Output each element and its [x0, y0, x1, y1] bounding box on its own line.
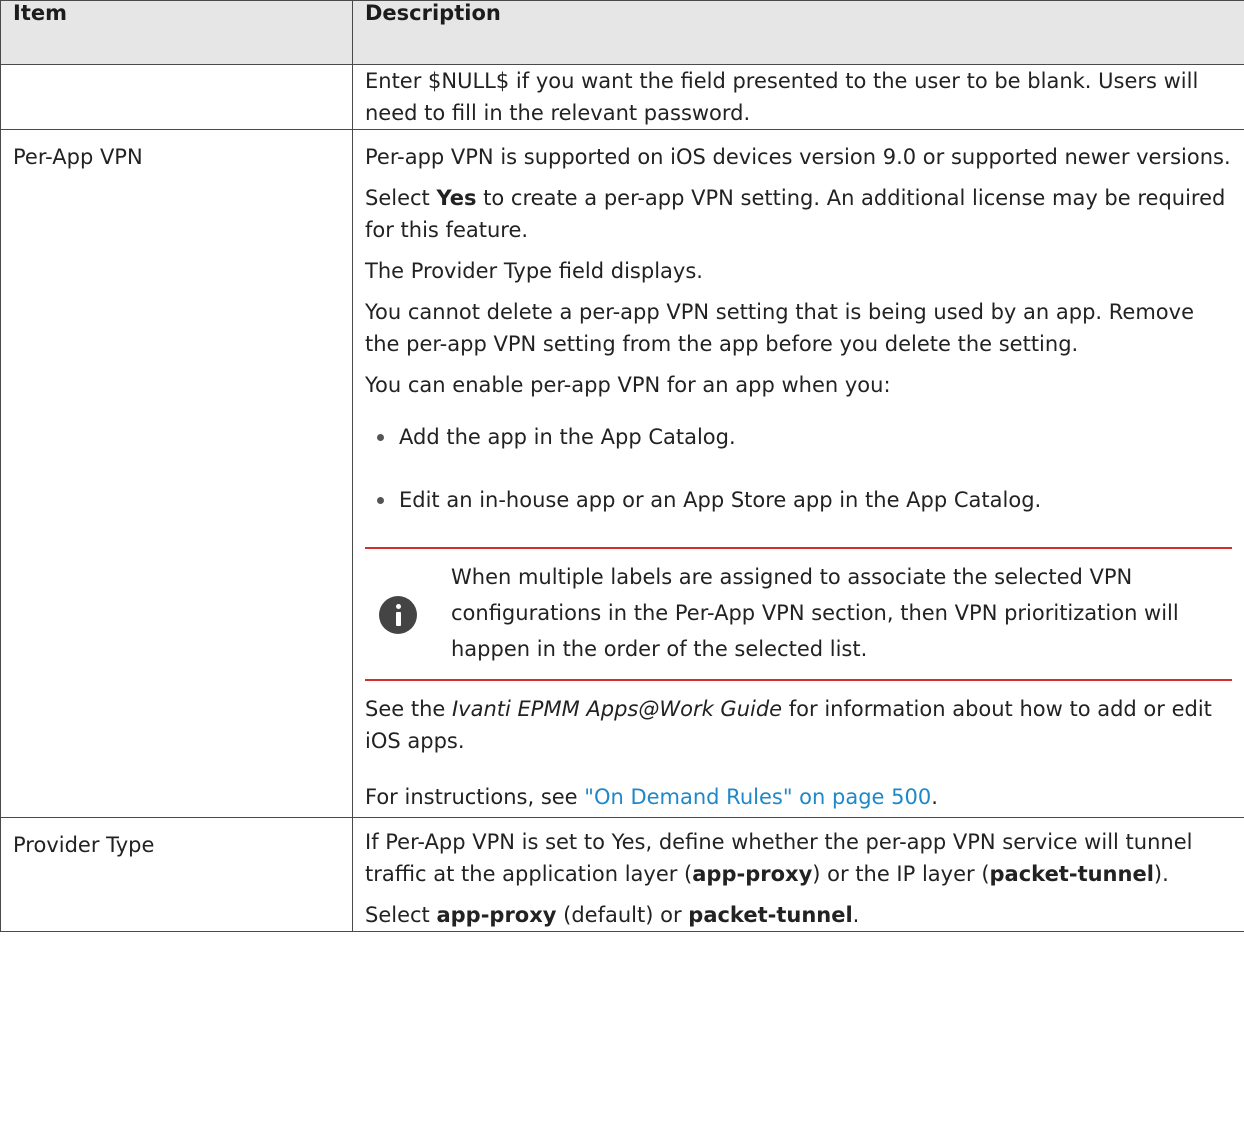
- info-icon: [379, 596, 417, 634]
- paragraph: See the Ivanti EPMM Apps@Work Guide for …: [365, 693, 1232, 757]
- paragraph: Per-app VPN is supported on iOS devices …: [365, 145, 1231, 169]
- paragraph: Select app-proxy (default) or packet-tun…: [365, 899, 1232, 931]
- note-text: When multiple labels are assigned to ass…: [451, 565, 1179, 661]
- paragraph: You cannot delete a per-app VPN setting …: [365, 300, 1194, 356]
- bold-text: packet-tunnel: [688, 903, 853, 927]
- bullet-list: Add the app in the App Catalog. Edit an …: [365, 421, 1232, 516]
- bold-text: app-proxy: [692, 862, 813, 886]
- row-description: If Per-App VPN is set to Yes, define whe…: [352, 817, 1244, 932]
- list-item: Edit an in-house app or an App Store app…: [377, 484, 1232, 516]
- paragraph: Select Yes to create a per-app VPN setti…: [365, 182, 1232, 246]
- text-run: .: [931, 785, 938, 809]
- text-run: ).: [1153, 862, 1169, 886]
- table-row-per-app-vpn: Per-App VPN Per-app VPN is supported on …: [0, 129, 1244, 818]
- bold-text: app-proxy: [436, 903, 557, 927]
- table-row-provider-type: Provider Type If Per-App VPN is set to Y…: [0, 817, 1244, 932]
- text-run: For instructions, see: [365, 785, 585, 809]
- header-description: Description: [352, 0, 1244, 65]
- bullet-icon: [377, 497, 384, 504]
- row-description: Enter $NULL$ if you want the field prese…: [352, 64, 1244, 130]
- row-item-empty: [0, 64, 353, 130]
- settings-table: Item Description Enter $NULL$ if you wan…: [0, 0, 1244, 932]
- header-item: Item: [0, 0, 353, 65]
- text-run: .: [852, 903, 860, 927]
- table-header-row: Item Description: [0, 0, 1244, 65]
- row-item: Per-App VPN: [0, 129, 353, 818]
- text-run: Select: [365, 186, 437, 210]
- text-run: ) or the IP layer (: [812, 862, 990, 886]
- text-run: (default) or: [556, 903, 689, 927]
- paragraph: You can enable per-app VPN for an app wh…: [365, 373, 891, 397]
- bullet-icon: [377, 434, 384, 441]
- text-run: See the: [365, 697, 452, 721]
- paragraph: The Provider Type field displays.: [365, 259, 703, 283]
- list-item: Add the app in the App Catalog.: [377, 421, 1232, 453]
- table-row: Enter $NULL$ if you want the field prese…: [0, 64, 1244, 130]
- on-demand-rules-link[interactable]: "On Demand Rules" on page 500: [584, 785, 931, 809]
- list-item-text: Add the app in the App Catalog.: [399, 425, 736, 449]
- note-box: When multiple labels are assigned to ass…: [365, 547, 1232, 681]
- bold-text: Yes: [436, 186, 477, 210]
- text-run: to create a per-app VPN setting. An addi…: [365, 186, 1226, 242]
- row-description: Per-app VPN is supported on iOS devices …: [352, 129, 1244, 818]
- bold-text: packet-tunnel: [989, 862, 1154, 886]
- row-item: Provider Type: [0, 817, 353, 932]
- paragraph: Enter $NULL$ if you want the field prese…: [365, 69, 1199, 125]
- text-run: Select: [365, 903, 437, 927]
- paragraph: If Per-App VPN is set to Yes, define whe…: [365, 826, 1232, 890]
- paragraph: For instructions, see "On Demand Rules" …: [365, 781, 1232, 813]
- italic-guide-title: Ivanti EPMM Apps@Work Guide: [451, 697, 783, 721]
- list-item-text: Edit an in-house app or an App Store app…: [399, 488, 1042, 512]
